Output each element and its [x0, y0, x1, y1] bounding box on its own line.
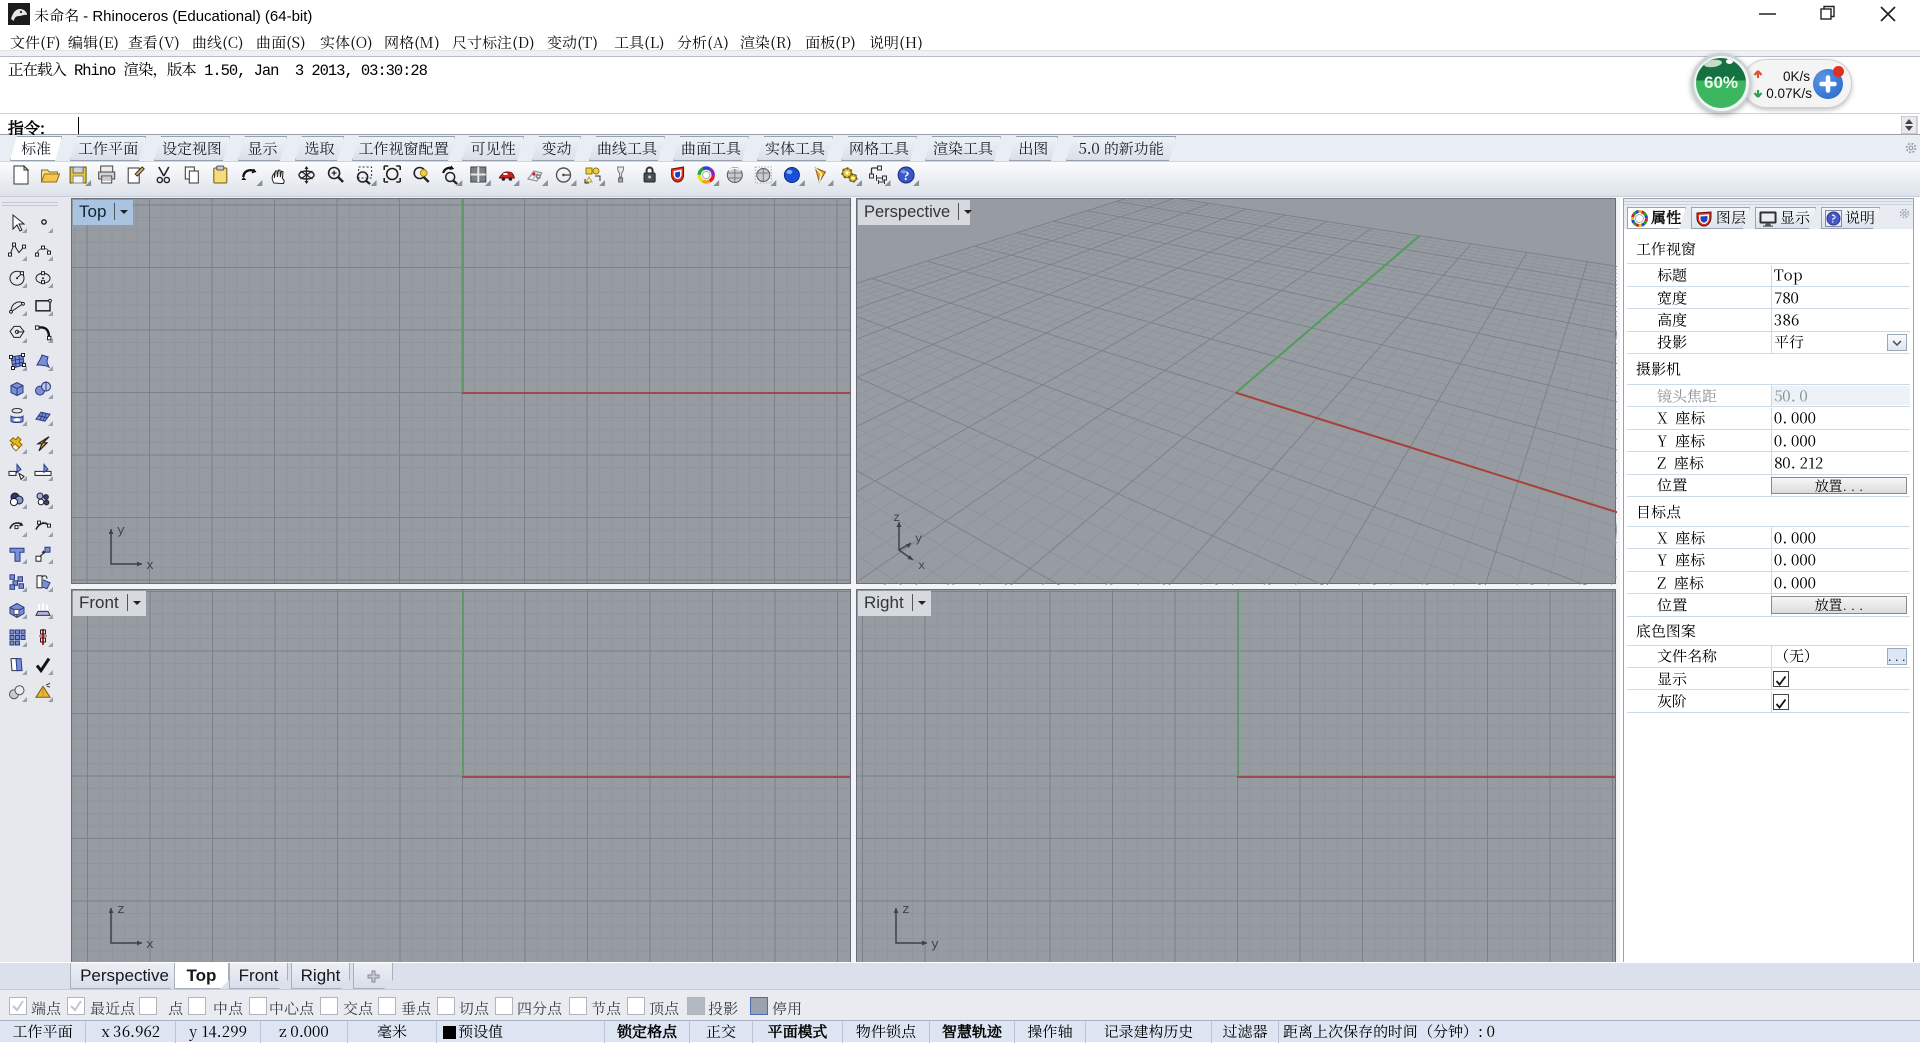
- svg-text:0.07K/s: 0.07K/s: [1766, 86, 1812, 101]
- svg-text:0K/s: 0K/s: [1783, 69, 1810, 84]
- svg-text:y: y: [915, 532, 922, 546]
- svg-text:z: z: [893, 514, 900, 525]
- svg-text:y: y: [931, 937, 939, 952]
- svg-text:?: ?: [1831, 211, 1836, 226]
- svg-text:x: x: [918, 559, 925, 573]
- svg-text:x: x: [146, 558, 154, 573]
- svg-text:z: z: [117, 902, 125, 917]
- svg-text:x: x: [146, 937, 154, 952]
- svg-text:y: y: [117, 523, 125, 538]
- svg-text:z: z: [902, 902, 910, 917]
